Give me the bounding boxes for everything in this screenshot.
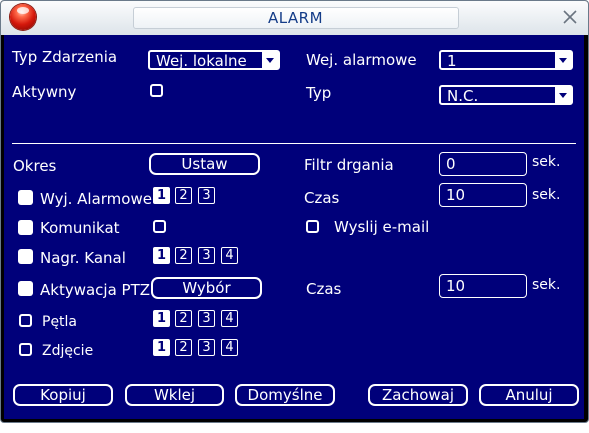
message-label: Komunikat (40, 219, 120, 237)
tour-channel-2[interactable]: 2 (175, 310, 192, 327)
period-label: Okres (13, 157, 57, 175)
default-button[interactable]: Domyślne (235, 384, 335, 406)
input-type-value: N.C. (447, 87, 479, 105)
input-type-label: Typ (306, 84, 332, 102)
set-period-button[interactable]: Ustaw (149, 153, 260, 175)
ptz-time-field[interactable]: 10 (439, 274, 527, 298)
debounce-unit: sek. (532, 154, 561, 170)
alarm-output-channel-3[interactable]: 3 (198, 187, 215, 204)
active-label: Aktywny (12, 83, 77, 101)
event-type-value: Wej. lokalne (156, 52, 247, 70)
record-channel-1[interactable]: 1 (153, 247, 170, 264)
alarm-output-channel-1[interactable]: 1 (153, 187, 170, 204)
output-time-label: Czas (304, 189, 340, 207)
settings-panel: Typ Zdarzenia Wej. lokalne Wej. alarmowe… (4, 35, 584, 419)
chevron-down-icon (262, 52, 278, 68)
record-channel-2[interactable]: 2 (175, 247, 192, 264)
ptz-checkbox[interactable] (18, 281, 33, 296)
active-checkbox[interactable] (150, 84, 163, 97)
alarm-input-label: Wej. alarmowe (306, 51, 417, 69)
alarm-input-value: 1 (447, 52, 457, 70)
separator (12, 143, 576, 144)
alarm-output-label: Wyj. Alarmowe (40, 190, 152, 208)
output-time-unit: sek. (532, 187, 561, 203)
save-button[interactable]: Zachowaj (368, 384, 468, 406)
snapshot-channel-2[interactable]: 2 (175, 339, 192, 356)
ptz-time-value: 10 (446, 277, 466, 295)
debounce-label: Filtr drgania (304, 156, 394, 174)
tour-label: Pętla (42, 314, 78, 330)
record-channel-label: Nagr. Kanal (40, 249, 126, 267)
event-type-label: Typ Zdarzenia (12, 48, 118, 66)
ptz-time-label: Czas (306, 280, 342, 298)
alarm-input-select[interactable]: 1 (439, 50, 573, 70)
input-type-select[interactable]: N.C. (439, 85, 573, 105)
chevron-down-icon (555, 52, 571, 68)
snapshot-label: Zdjęcie (42, 343, 94, 359)
dialog-title: ALARM (267, 9, 324, 27)
output-time-field[interactable]: 10 (439, 183, 527, 207)
email-label: Wyslij e-mail (334, 218, 430, 236)
output-time-value: 10 (446, 186, 466, 204)
cancel-button[interactable]: Anuluj (479, 384, 579, 406)
event-type-select[interactable]: Wej. lokalne (148, 50, 280, 70)
tour-channel-4[interactable]: 4 (221, 310, 238, 327)
record-channel-3[interactable]: 3 (198, 247, 215, 264)
ptz-select-button[interactable]: Wybór (151, 277, 262, 299)
snapshot-channel-1[interactable]: 1 (153, 339, 170, 356)
snapshot-channel-4[interactable]: 4 (221, 339, 238, 356)
debounce-field[interactable]: 0 (439, 152, 527, 176)
tour-channel-3[interactable]: 3 (198, 310, 215, 327)
copy-button[interactable]: Kopiuj (13, 384, 113, 406)
alarm-output-checkbox[interactable] (18, 190, 33, 205)
record-channel-checkbox[interactable] (18, 249, 33, 264)
alarm-output-channel-2[interactable]: 2 (175, 187, 192, 204)
ptz-label: Aktywacja PTZ (40, 281, 151, 299)
snapshot-checkbox[interactable] (19, 343, 32, 356)
tour-channel-1[interactable]: 1 (153, 310, 170, 327)
debounce-value: 0 (446, 155, 456, 173)
chevron-down-icon (555, 87, 571, 103)
tour-checkbox[interactable] (19, 314, 32, 327)
record-channel-4[interactable]: 4 (221, 247, 238, 264)
email-checkbox[interactable] (306, 220, 319, 233)
snapshot-channel-3[interactable]: 3 (198, 339, 215, 356)
paste-button[interactable]: Wklej (125, 384, 224, 406)
ptz-time-unit: sek. (532, 277, 561, 293)
message-checkbox[interactable] (18, 220, 33, 235)
alarm-dialog: ALARM Typ Zdarzenia Wej. lokalne Wej. al… (0, 0, 589, 423)
message-toggle-checkbox[interactable] (153, 220, 166, 233)
